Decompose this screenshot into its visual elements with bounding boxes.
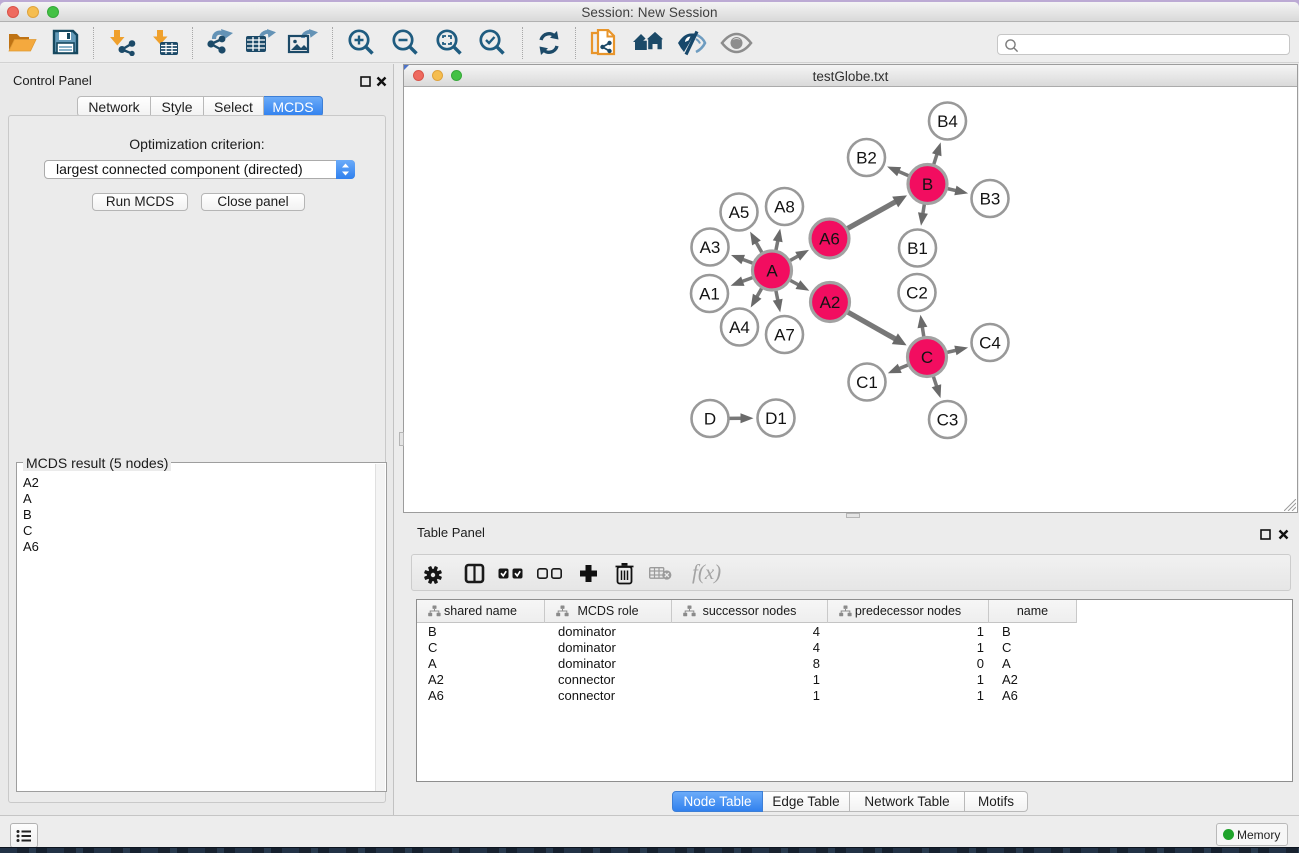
svg-text:A8: A8 — [774, 198, 795, 217]
svg-text:A5: A5 — [729, 203, 750, 222]
svg-text:C: C — [921, 348, 933, 367]
svg-text:B2: B2 — [856, 149, 877, 168]
svg-text:C4: C4 — [979, 334, 1001, 353]
svg-text:B4: B4 — [937, 112, 958, 131]
svg-text:D1: D1 — [765, 409, 787, 428]
svg-text:A7: A7 — [774, 326, 795, 345]
svg-text:C2: C2 — [906, 284, 928, 303]
svg-text:B: B — [922, 175, 933, 194]
svg-text:A1: A1 — [699, 285, 720, 304]
svg-text:B3: B3 — [980, 190, 1001, 209]
svg-text:C3: C3 — [937, 411, 959, 430]
svg-text:A6: A6 — [819, 230, 840, 249]
svg-text:B1: B1 — [907, 239, 928, 258]
svg-text:A2: A2 — [820, 293, 841, 312]
svg-text:C1: C1 — [856, 373, 878, 392]
svg-text:A: A — [766, 262, 778, 281]
svg-text:D: D — [704, 410, 716, 429]
svg-text:A3: A3 — [700, 238, 721, 257]
svg-text:A4: A4 — [729, 318, 750, 337]
